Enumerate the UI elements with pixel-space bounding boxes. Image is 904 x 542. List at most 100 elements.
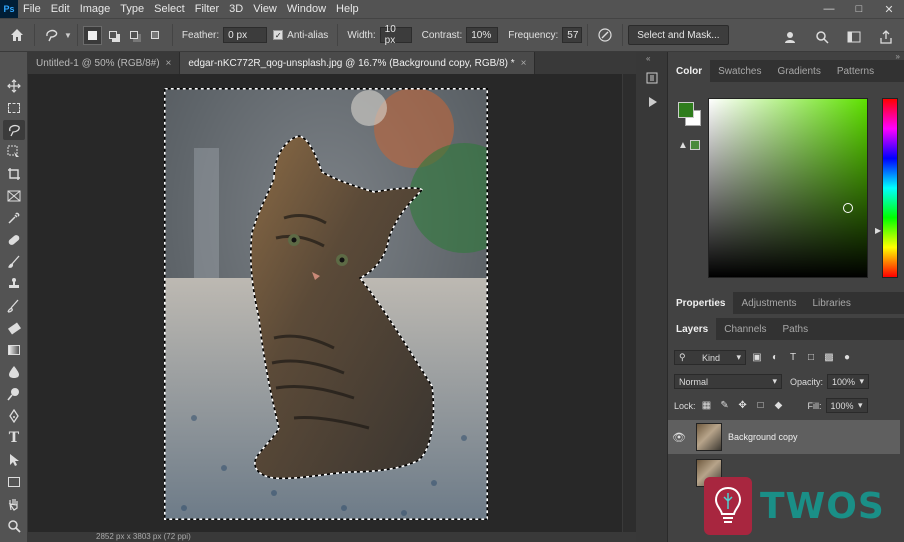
collapse-dock-icon[interactable]: « xyxy=(646,54,650,63)
filter-adjustment-icon[interactable]: ◐ xyxy=(768,351,782,365)
tab-edgar-image[interactable]: edgar-nKC772R_qog-unsplash.jpg @ 16.7% (… xyxy=(180,52,536,74)
minimize-icon[interactable]: — xyxy=(814,0,844,18)
layer-filter-kind-select[interactable]: ⚲ Kind ▾ xyxy=(674,350,746,365)
brush-tool-icon[interactable] xyxy=(3,252,25,272)
pen-tool-icon[interactable] xyxy=(3,406,25,426)
document-canvas[interactable] xyxy=(164,88,488,520)
dodge-tool-icon[interactable] xyxy=(3,384,25,404)
zoom-tool-icon[interactable] xyxy=(3,516,25,536)
panel-dock-icons: « xyxy=(636,52,668,542)
tab-layers[interactable]: Layers xyxy=(668,318,717,340)
eyedropper-tool-icon[interactable] xyxy=(3,208,25,228)
new-selection-icon[interactable] xyxy=(82,25,102,45)
tab-properties[interactable]: Properties xyxy=(668,292,734,314)
add-selection-icon[interactable] xyxy=(104,26,123,45)
object-selection-tool-icon[interactable] xyxy=(3,142,25,162)
antialias-checkbox[interactable]: ✓ xyxy=(273,30,284,40)
share-user-icon[interactable] xyxy=(778,25,802,49)
lock-artboard-icon[interactable]: □ xyxy=(754,399,768,413)
menu-type[interactable]: Type xyxy=(115,0,149,18)
marquee-tool-icon[interactable] xyxy=(3,98,25,118)
menu-select[interactable]: Select xyxy=(149,0,190,18)
move-tool-icon[interactable] xyxy=(3,76,25,96)
eye-icon[interactable]: 👁 xyxy=(668,431,690,444)
tab-gradients[interactable]: Gradients xyxy=(769,60,828,82)
tab-color[interactable]: Color xyxy=(668,60,711,82)
tab-swatches[interactable]: Swatches xyxy=(710,60,769,82)
filter-smartobject-icon[interactable]: ▩ xyxy=(822,351,836,365)
filter-shape-icon[interactable]: □ xyxy=(804,351,818,365)
tab-libraries[interactable]: Libraries xyxy=(805,292,859,314)
filter-pixel-icon[interactable]: ▣ xyxy=(750,351,764,365)
blend-mode-select[interactable]: Normal ▾ xyxy=(674,374,782,389)
blur-tool-icon[interactable] xyxy=(3,362,25,382)
menu-filter[interactable]: Filter xyxy=(190,0,224,18)
frequency-input[interactable]: 57 xyxy=(562,27,583,43)
close-tab-icon[interactable]: × xyxy=(521,58,527,69)
history-brush-icon[interactable] xyxy=(3,296,25,316)
lasso-tool-icon[interactable] xyxy=(3,120,25,140)
menu-file[interactable]: File xyxy=(18,0,46,18)
home-icon[interactable] xyxy=(5,23,29,47)
export-share-icon[interactable] xyxy=(874,25,898,49)
layers-panel-tabs: Layers Channels Paths xyxy=(668,318,904,340)
maximize-icon[interactable]: □ xyxy=(844,0,874,18)
eraser-tool-icon[interactable] xyxy=(3,318,25,338)
lock-transparent-icon[interactable]: ▦ xyxy=(700,399,714,413)
search-icon[interactable] xyxy=(810,25,834,49)
tab-adjustments[interactable]: Adjustments xyxy=(733,292,804,314)
hue-slider-arrow-icon[interactable]: ▶ xyxy=(875,226,881,235)
opacity-input[interactable]: 100% ▾ xyxy=(827,374,870,389)
vertical-scrollbar[interactable] xyxy=(622,74,636,532)
menu-edit[interactable]: Edit xyxy=(46,0,75,18)
tab-channels[interactable]: Channels xyxy=(716,318,774,340)
type-tool-icon[interactable]: T xyxy=(3,428,25,448)
subtract-selection-icon[interactable] xyxy=(125,26,144,45)
canvas-area[interactable] xyxy=(28,74,636,532)
tab-patterns[interactable]: Patterns xyxy=(829,60,882,82)
layer-row[interactable]: 👁 Background copy xyxy=(668,420,900,454)
lock-position-icon[interactable]: ✥ xyxy=(736,399,750,413)
gradient-tool-icon[interactable] xyxy=(3,340,25,360)
select-and-mask-button[interactable]: Select and Mask... xyxy=(628,25,729,45)
foreground-color-swatch[interactable] xyxy=(678,102,694,118)
color-field[interactable] xyxy=(708,98,868,278)
menu-view[interactable]: View xyxy=(248,0,282,18)
frame-tool-icon[interactable] xyxy=(3,186,25,206)
websafe-color-swatch[interactable] xyxy=(690,140,700,150)
history-panel-icon[interactable] xyxy=(642,68,662,88)
filter-type-icon[interactable]: T xyxy=(786,351,800,365)
gamut-warning-icon[interactable]: ▲ xyxy=(678,140,688,151)
crop-tool-icon[interactable] xyxy=(3,164,25,184)
actions-panel-icon[interactable] xyxy=(642,92,662,112)
hue-slider[interactable] xyxy=(882,98,898,278)
healing-brush-icon[interactable] xyxy=(3,230,25,250)
workspace-icon[interactable] xyxy=(842,25,866,49)
close-tab-icon[interactable]: × xyxy=(166,58,172,69)
feather-label: Feather: xyxy=(181,29,220,41)
menu-help[interactable]: Help xyxy=(331,0,364,18)
menu-window[interactable]: Window xyxy=(282,0,331,18)
rectangle-tool-icon[interactable] xyxy=(3,472,25,492)
tab-paths[interactable]: Paths xyxy=(775,318,817,340)
hand-tool-icon[interactable] xyxy=(3,494,25,514)
lock-pixels-icon[interactable]: ✎ xyxy=(718,399,732,413)
tool-preset-chevron-down-icon[interactable]: ▼ xyxy=(64,31,72,40)
stamp-tool-icon[interactable] xyxy=(3,274,25,294)
path-selection-icon[interactable] xyxy=(3,450,25,470)
color-picker-ring[interactable] xyxy=(843,203,853,213)
intersect-selection-icon[interactable] xyxy=(146,26,165,45)
filter-toggle-icon[interactable]: ● xyxy=(840,351,854,365)
width-input[interactable]: 10 px xyxy=(379,24,412,46)
fill-input[interactable]: 100% ▾ xyxy=(825,398,868,413)
tab-untitled-1[interactable]: Untitled-1 @ 50% (RGB/8#) × xyxy=(28,52,181,74)
contrast-input[interactable]: 10% xyxy=(466,27,499,43)
feather-input[interactable]: 0 px xyxy=(223,27,268,43)
menu-3d[interactable]: 3D xyxy=(224,0,248,18)
lock-all-icon[interactable]: ◆ xyxy=(772,399,786,413)
menu-image[interactable]: Image xyxy=(75,0,116,18)
pen-pressure-icon[interactable] xyxy=(593,23,617,47)
magnetic-lasso-icon[interactable] xyxy=(40,23,64,47)
right-panels: » Color Swatches Gradients Patterns ▲ ▶ … xyxy=(668,52,904,542)
close-icon[interactable]: ✕ xyxy=(874,0,904,18)
